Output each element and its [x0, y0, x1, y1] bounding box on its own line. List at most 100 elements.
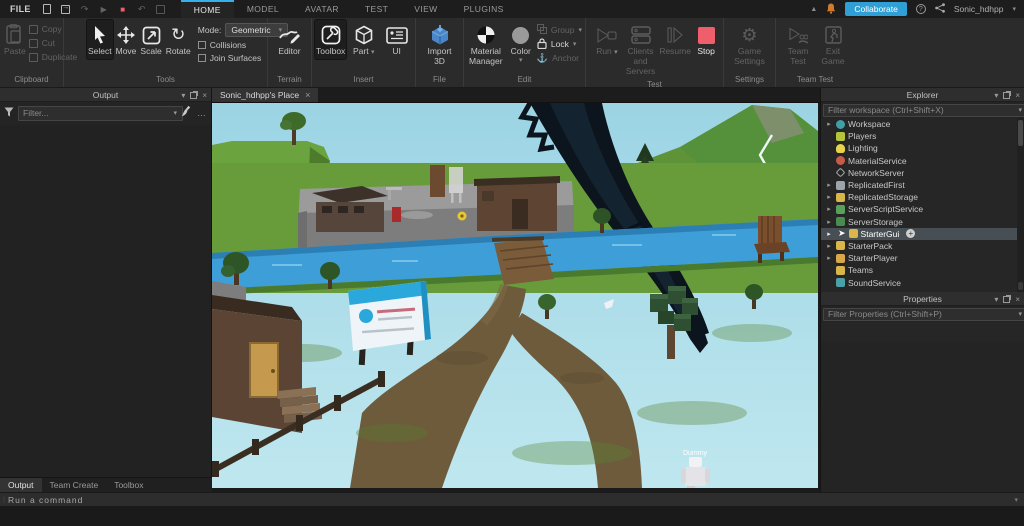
- dummy-character[interactable]: Dummy: [681, 450, 710, 488]
- tab-close-icon[interactable]: ×: [305, 90, 310, 100]
- explorer-close-icon[interactable]: ×: [1015, 91, 1020, 100]
- add-instance-icon[interactable]: +: [906, 229, 915, 238]
- tree-item-soundservice[interactable]: SoundService: [821, 276, 1024, 288]
- join-surfaces-checkbox-box: [198, 54, 206, 62]
- notifications-bell-icon[interactable]: [826, 3, 836, 16]
- material-manager-button[interactable]: Material Manager: [467, 20, 505, 69]
- move-tool-button[interactable]: Move: [115, 20, 138, 59]
- output-filter-input[interactable]: [18, 106, 183, 121]
- team-test-group-label: Team Test: [779, 73, 851, 87]
- part-button[interactable]: Part ▾: [348, 20, 379, 59]
- explorer-filter-caret-icon[interactable]: ▾: [1018, 106, 1022, 114]
- save-icon[interactable]: [155, 3, 167, 15]
- tree-item-starterplayer[interactable]: ▸StarterPlayer: [821, 252, 1024, 264]
- clear-output-broom-icon[interactable]: [181, 104, 193, 122]
- tree-item-serverscriptservice[interactable]: ▸ServerScriptService: [821, 203, 1024, 215]
- run-button[interactable]: Run ▾: [593, 20, 621, 59]
- file-menu-button[interactable]: FILE: [0, 4, 41, 14]
- viewport-3d-scene[interactable]: Dummy: [212, 103, 818, 488]
- tree-item-workspace[interactable]: ▸Workspace: [821, 118, 1024, 130]
- command-bar-caret-icon[interactable]: ▾: [1014, 496, 1024, 504]
- tree-item-lighting[interactable]: Lighting: [821, 142, 1024, 154]
- explorer-collapse-caret-icon[interactable]: ▾: [994, 91, 998, 100]
- properties-filter-caret-icon[interactable]: ▾: [1018, 310, 1022, 318]
- color-dropdown-caret-icon[interactable]: ▾: [519, 57, 523, 65]
- output-collapse-caret-icon[interactable]: ▾: [181, 91, 185, 100]
- tree-item-teams[interactable]: Teams: [821, 264, 1024, 276]
- properties-filter-input[interactable]: [823, 308, 1024, 321]
- command-bar-input[interactable]: [8, 495, 1014, 505]
- tree-item-materialservice[interactable]: MaterialService: [821, 155, 1024, 167]
- output-close-icon[interactable]: ×: [202, 91, 207, 100]
- clients-servers-button[interactable]: Clients and Servers: [623, 20, 658, 78]
- exit-game-button[interactable]: Exit Game: [817, 20, 849, 69]
- play-icon[interactable]: ▶: [98, 3, 110, 15]
- properties-popout-icon[interactable]: [1003, 296, 1010, 303]
- tab-avatar[interactable]: AVATAR: [292, 0, 352, 18]
- terrain-editor-button[interactable]: Editor: [273, 20, 307, 59]
- anchor-icon: ⚓: [537, 53, 548, 64]
- username-label[interactable]: Sonic_hdhpp: [954, 4, 1004, 14]
- game-settings-button[interactable]: ⚙ Game Settings: [730, 20, 770, 69]
- anchor-button[interactable]: ⚓ Anchor: [537, 52, 582, 64]
- tree-item-replicatedstorage[interactable]: ▸ReplicatedStorage: [821, 191, 1024, 203]
- collaborate-button[interactable]: Collaborate: [845, 2, 906, 16]
- output-popout-icon[interactable]: [190, 92, 197, 99]
- tree-item-players[interactable]: Players: [821, 130, 1024, 142]
- rotate-tool-button[interactable]: ↻ Rotate: [165, 20, 192, 59]
- tab-model[interactable]: MODEL: [234, 0, 292, 18]
- collapse-ribbon-icon[interactable]: ▲: [810, 6, 817, 13]
- properties-collapse-caret-icon[interactable]: ▾: [994, 295, 998, 304]
- command-bar-grip[interactable]: ⋮: [0, 496, 8, 504]
- team-test-button[interactable]: Team Test: [781, 20, 815, 69]
- lock-button[interactable]: Lock ▾: [537, 38, 582, 50]
- help-icon[interactable]: ?: [916, 4, 926, 14]
- stop-button[interactable]: Stop: [692, 20, 720, 59]
- group-button[interactable]: Group ▾: [537, 24, 582, 36]
- tab-view[interactable]: VIEW: [401, 0, 450, 18]
- explorer-popout-icon[interactable]: [1003, 92, 1010, 99]
- team-test-icon: [788, 23, 808, 47]
- scale-tool-button[interactable]: Scale: [139, 20, 162, 59]
- tab-home[interactable]: HOME: [181, 0, 234, 18]
- tab-test[interactable]: TEST: [352, 0, 401, 18]
- properties-panel-header[interactable]: Properties ▾ ×: [821, 292, 1024, 306]
- mouse-cursor-icon: ➤: [838, 228, 846, 239]
- color-button[interactable]: Color▾: [507, 20, 535, 67]
- titlebar-right-cluster: ▲ Collaborate ? Sonic_hdhpp ▾: [810, 2, 1024, 16]
- bottom-tab-output[interactable]: Output: [0, 478, 42, 492]
- tree-item-replicatedfirst[interactable]: ▸ReplicatedFirst: [821, 179, 1024, 191]
- output-filter-caret-icon[interactable]: ▾: [173, 109, 177, 117]
- resume-button[interactable]: Resume: [660, 20, 690, 59]
- explorer-scrollbar[interactable]: [1017, 118, 1024, 292]
- bottom-tab-team-create[interactable]: Team Create: [42, 478, 107, 492]
- output-more-options-icon[interactable]: …: [197, 108, 207, 118]
- share-icon[interactable]: [935, 3, 945, 15]
- open-file-icon[interactable]: [60, 3, 72, 15]
- import-3d-button[interactable]: Import 3D: [423, 20, 457, 69]
- ui-button[interactable]: UI: [381, 20, 412, 59]
- tab-plugins[interactable]: PLUGINS: [451, 0, 517, 18]
- select-tool-button[interactable]: Select: [87, 20, 113, 59]
- toolbox-button[interactable]: Toolbox: [315, 20, 346, 59]
- properties-close-icon[interactable]: ×: [1015, 295, 1020, 304]
- tree-item-startergui[interactable]: ▸➤StarterGui+: [821, 228, 1024, 240]
- tree-item-networkserver[interactable]: NetworkServer: [821, 167, 1024, 179]
- explorer-panel-header[interactable]: Explorer ▾ ×: [821, 88, 1024, 102]
- stop-icon[interactable]: ■: [117, 3, 129, 15]
- user-menu-caret-icon[interactable]: ▾: [1012, 5, 1016, 13]
- new-file-icon[interactable]: [41, 3, 53, 15]
- undo-icon[interactable]: ↶: [136, 3, 148, 15]
- place-document-tab[interactable]: Sonic_hdhpp's Place ×: [212, 88, 318, 102]
- redo-icon[interactable]: ↷: [79, 3, 91, 15]
- output-log-area[interactable]: [0, 125, 211, 477]
- funnel-icon[interactable]: [4, 104, 14, 122]
- bottom-tab-toolbox[interactable]: Toolbox: [106, 478, 151, 492]
- output-panel-header[interactable]: Output ▾ ×: [0, 88, 211, 102]
- tree-item-starterpack[interactable]: ▸StarterPack: [821, 240, 1024, 252]
- tree-item-serverstorage[interactable]: ▸ServerStorage: [821, 216, 1024, 228]
- paste-button[interactable]: Paste: [3, 20, 27, 59]
- explorer-filter-input[interactable]: [823, 104, 1024, 117]
- properties-body[interactable]: [821, 342, 1024, 492]
- part-dropdown-caret-icon[interactable]: ▾: [371, 49, 375, 56]
